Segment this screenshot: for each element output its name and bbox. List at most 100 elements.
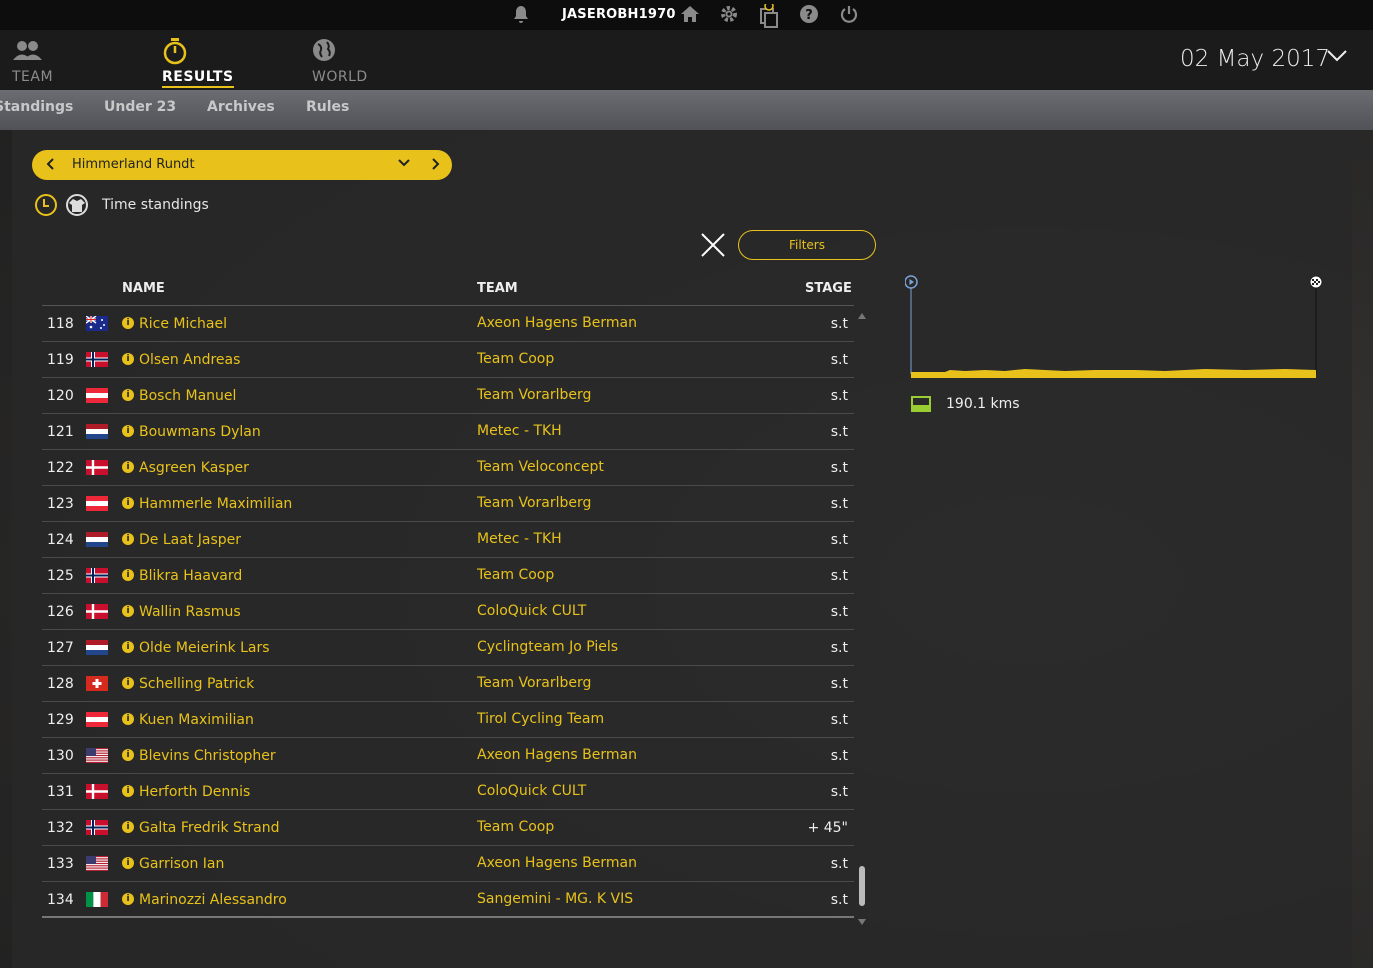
team-name[interactable]: Axeon Hagens Berman xyxy=(477,315,637,331)
team-name[interactable]: ColoQuick CULT xyxy=(477,783,586,799)
column-header-stage[interactable]: STAGE xyxy=(805,281,852,296)
info-icon[interactable]: i xyxy=(122,785,134,797)
help-icon[interactable]: ? xyxy=(798,4,820,26)
team-name[interactable]: Cyclingteam Jo Piels xyxy=(477,639,618,655)
table-row[interactable]: 122 i Asgreen Kasper Team Veloconcept s.t xyxy=(42,450,854,486)
rider-name[interactable]: Olde Meierink Lars xyxy=(139,640,270,656)
info-icon[interactable]: i xyxy=(122,713,134,725)
team-name[interactable]: Team Vorarlberg xyxy=(477,387,591,403)
table-row[interactable]: 132 i Galta Fredrik Strand Team Coop + 45" xyxy=(42,810,854,846)
table-row[interactable]: 125 i Blikra Haavard Team Coop s.t xyxy=(42,558,854,594)
info-icon[interactable]: i xyxy=(122,461,134,473)
table-row[interactable]: 133 i Garrison Ian Axeon Hagens Berman s.t xyxy=(42,846,854,882)
rider-name[interactable]: Galta Fredrik Strand xyxy=(139,820,280,836)
rider-name[interactable]: Rice Michael xyxy=(139,316,227,332)
race-next-button[interactable] xyxy=(430,155,440,174)
team-name[interactable]: Team Coop xyxy=(477,351,554,367)
scroll-up-arrow[interactable] xyxy=(858,304,866,319)
info-icon[interactable]: i xyxy=(122,533,134,545)
home-icon[interactable] xyxy=(679,4,701,26)
rider-name[interactable]: Asgreen Kasper xyxy=(139,460,249,476)
rider-name[interactable]: De Laat Jasper xyxy=(139,532,241,548)
info-icon[interactable]: i xyxy=(122,389,134,401)
rider-name[interactable]: Schelling Patrick xyxy=(139,676,254,692)
team-name[interactable]: Team Vorarlberg xyxy=(477,495,591,511)
race-dropdown-icon[interactable] xyxy=(398,155,410,172)
team-name[interactable]: Team Vorarlberg xyxy=(477,675,591,691)
close-icon[interactable] xyxy=(700,232,726,258)
info-icon[interactable]: i xyxy=(122,569,134,581)
rider-name[interactable]: Marinozzi Alessandro xyxy=(139,892,287,908)
gear-icon[interactable] xyxy=(718,4,740,26)
team-name[interactable]: Sangemini - MG. K VIS xyxy=(477,891,633,907)
subnav-under-23[interactable]: Under 23 xyxy=(104,99,176,115)
subnav-archives[interactable]: Archives xyxy=(207,99,275,115)
table-row[interactable]: 129 i Kuen Maximilian Tirol Cycling Team s.t xyxy=(42,702,854,738)
info-icon[interactable]: i xyxy=(122,641,134,653)
info-icon[interactable]: i xyxy=(122,821,134,833)
table-row[interactable]: 120 i Bosch Manuel Team Vorarlberg s.t xyxy=(42,378,854,414)
team-name[interactable]: Metec - TKH xyxy=(477,531,562,547)
nav-item-team[interactable]: TEAM xyxy=(12,38,53,85)
rider-name[interactable]: Herforth Dennis xyxy=(139,784,250,800)
info-icon[interactable]: i xyxy=(122,317,134,329)
chevron-down-icon[interactable] xyxy=(1327,48,1347,64)
subnav-rules[interactable]: Rules xyxy=(306,99,349,115)
team-name[interactable]: Axeon Hagens Berman xyxy=(477,747,637,763)
info-icon[interactable]: i xyxy=(122,677,134,689)
info-icon[interactable]: i xyxy=(122,749,134,761)
table-row[interactable]: 126 i Wallin Rasmus ColoQuick CULT s.t xyxy=(42,594,854,630)
team-name[interactable]: Axeon Hagens Berman xyxy=(477,855,637,871)
table-row[interactable]: 119 i Olsen Andreas Team Coop s.t xyxy=(42,342,854,378)
table-row[interactable]: 118 i Rice Michael Axeon Hagens Berman s.t xyxy=(42,306,854,342)
rider-name[interactable]: Garrison Ian xyxy=(139,856,224,872)
table-row[interactable]: 128 i Schelling Patrick Team Vorarlberg s.t xyxy=(42,666,854,702)
rider-name[interactable]: Blevins Christopher xyxy=(139,748,276,764)
country-flag-icon xyxy=(86,784,108,799)
bell-icon[interactable] xyxy=(510,4,532,26)
rider-name[interactable]: Bouwmans Dylan xyxy=(139,424,261,440)
race-prev-button[interactable] xyxy=(46,155,56,174)
table-row[interactable]: 134 i Marinozzi Alessandro Sangemini - MG. … xyxy=(42,882,854,918)
table-row[interactable]: 131 i Herforth Dennis ColoQuick CULT s.t xyxy=(42,774,854,810)
info-icon[interactable]: i xyxy=(122,497,134,509)
table-row[interactable]: 123 i Hammerle Maximilian Team Vorarlberg s.… xyxy=(42,486,854,522)
current-date[interactable]: 02 May 2017 xyxy=(1180,46,1330,72)
rider-name[interactable]: Bosch Manuel xyxy=(139,388,236,404)
rider-name[interactable]: Blikra Haavard xyxy=(139,568,242,584)
info-icon[interactable]: i xyxy=(122,425,134,437)
info-icon[interactable]: i xyxy=(122,857,134,869)
inbox-icon[interactable] xyxy=(758,1,780,28)
table-row[interactable]: 130 i Blevins Christopher Axeon Hagens Berm… xyxy=(42,738,854,774)
rider-name[interactable]: Olsen Andreas xyxy=(139,352,240,368)
scrollbar-thumb[interactable] xyxy=(859,866,865,906)
info-icon[interactable]: i xyxy=(122,605,134,617)
table-row[interactable]: 127 i Olde Meierink Lars Cyclingteam Jo Pie… xyxy=(42,630,854,666)
info-icon[interactable]: i xyxy=(122,353,134,365)
team-name[interactable]: Tirol Cycling Team xyxy=(477,711,604,727)
team-name[interactable]: Team Coop xyxy=(477,567,554,583)
country-flag-icon xyxy=(86,892,108,907)
table-row[interactable]: 124 i De Laat Jasper Metec - TKH s.t xyxy=(42,522,854,558)
rider-name[interactable]: Hammerle Maximilian xyxy=(139,496,292,512)
team-name[interactable]: ColoQuick CULT xyxy=(477,603,586,619)
rider-name[interactable]: Wallin Rasmus xyxy=(139,604,241,620)
rider-name[interactable]: Kuen Maximilian xyxy=(139,712,254,728)
info-icon[interactable]: i xyxy=(122,893,134,905)
column-header-name[interactable]: NAME xyxy=(122,281,165,296)
team-name[interactable]: Team Coop xyxy=(477,819,554,835)
team-name[interactable]: Metec - TKH xyxy=(477,423,562,439)
filters-button[interactable]: Filters xyxy=(738,230,876,260)
nav-item-world[interactable]: WORLD xyxy=(312,38,368,85)
column-header-team[interactable]: TEAM xyxy=(477,281,518,296)
nav-item-results[interactable]: RESULTS xyxy=(162,38,234,88)
table-row[interactable]: 121 i Bouwmans Dylan Metec - TKH s.t xyxy=(42,414,854,450)
time-standings-icon[interactable] xyxy=(35,194,57,216)
subnav-standings[interactable]: Standings xyxy=(0,99,73,115)
jersey-icon[interactable] xyxy=(66,194,88,216)
scroll-down-arrow[interactable] xyxy=(858,910,866,925)
power-icon[interactable] xyxy=(838,4,860,26)
team-name[interactable]: Team Veloconcept xyxy=(477,459,604,475)
race-selector[interactable]: Himmerland Rundt xyxy=(32,150,452,180)
username[interactable]: JASEROBH1970 xyxy=(562,7,676,22)
